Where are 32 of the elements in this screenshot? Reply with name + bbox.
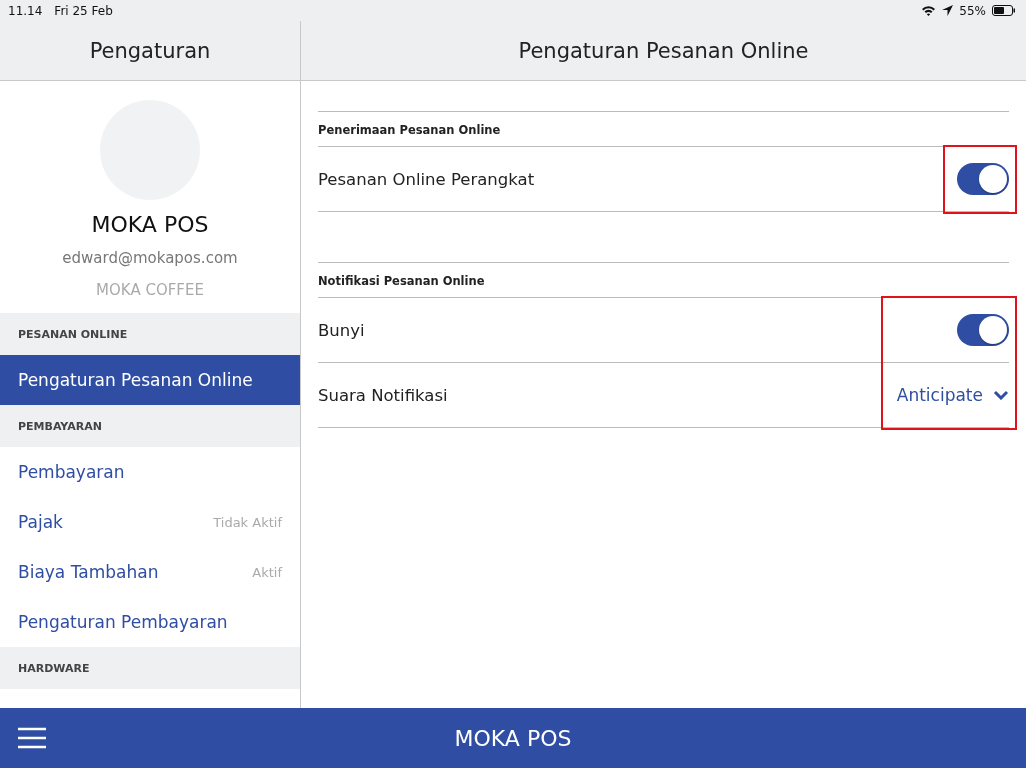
status-label: Tidak Aktif <box>213 514 282 530</box>
battery-icon <box>992 5 1016 16</box>
setting-label: Bunyi <box>318 320 365 340</box>
section-header: HARDWARE <box>0 647 300 689</box>
status-date: Fri 25 Feb <box>54 3 113 18</box>
sidebar-item[interactable]: Pajak Tidak Aktif <box>0 497 300 547</box>
section-title: Notifikasi Pesanan Online <box>318 263 1009 298</box>
page-title: Pengaturan Pesanan Online <box>518 38 809 63</box>
sidebar-title: Pengaturan <box>89 38 211 63</box>
sidebar-item[interactable]: Pengaturan Pesanan Online <box>0 355 300 405</box>
toggle-switch[interactable] <box>957 314 1009 346</box>
setting-label: Pesanan Online Perangkat <box>318 169 535 189</box>
sidebar-item[interactable]: Pembayaran <box>0 447 300 497</box>
setting-label: Suara Notifikasi <box>318 385 448 405</box>
section-header: PESANAN ONLINE <box>0 313 300 355</box>
menu-icon[interactable] <box>18 727 46 749</box>
location-arrow-icon <box>942 5 954 16</box>
section-header: PEMBAYARAN <box>0 405 300 447</box>
chevron-down-icon <box>993 390 1009 400</box>
status-time: 11.14 <box>8 3 43 18</box>
profile-company: MOKA COFFEE <box>96 281 204 299</box>
section-title: Penerimaan Pesanan Online <box>318 112 1009 147</box>
sound-dropdown[interactable]: Anticipate <box>894 385 1009 405</box>
app-title: MOKA POS <box>454 725 572 751</box>
status-label: Aktif <box>252 564 282 580</box>
sidebar-item[interactable]: Biaya Tambahan Aktif <box>0 547 300 597</box>
battery-percent: 55% <box>959 3 986 18</box>
profile-email: edward@mokapos.com <box>62 249 238 267</box>
toggle-switch[interactable] <box>957 163 1009 195</box>
wifi-icon <box>921 5 937 16</box>
profile-name: MOKA POS <box>91 212 209 237</box>
sidebar-item[interactable]: Pengaturan Pembayaran <box>0 597 300 647</box>
